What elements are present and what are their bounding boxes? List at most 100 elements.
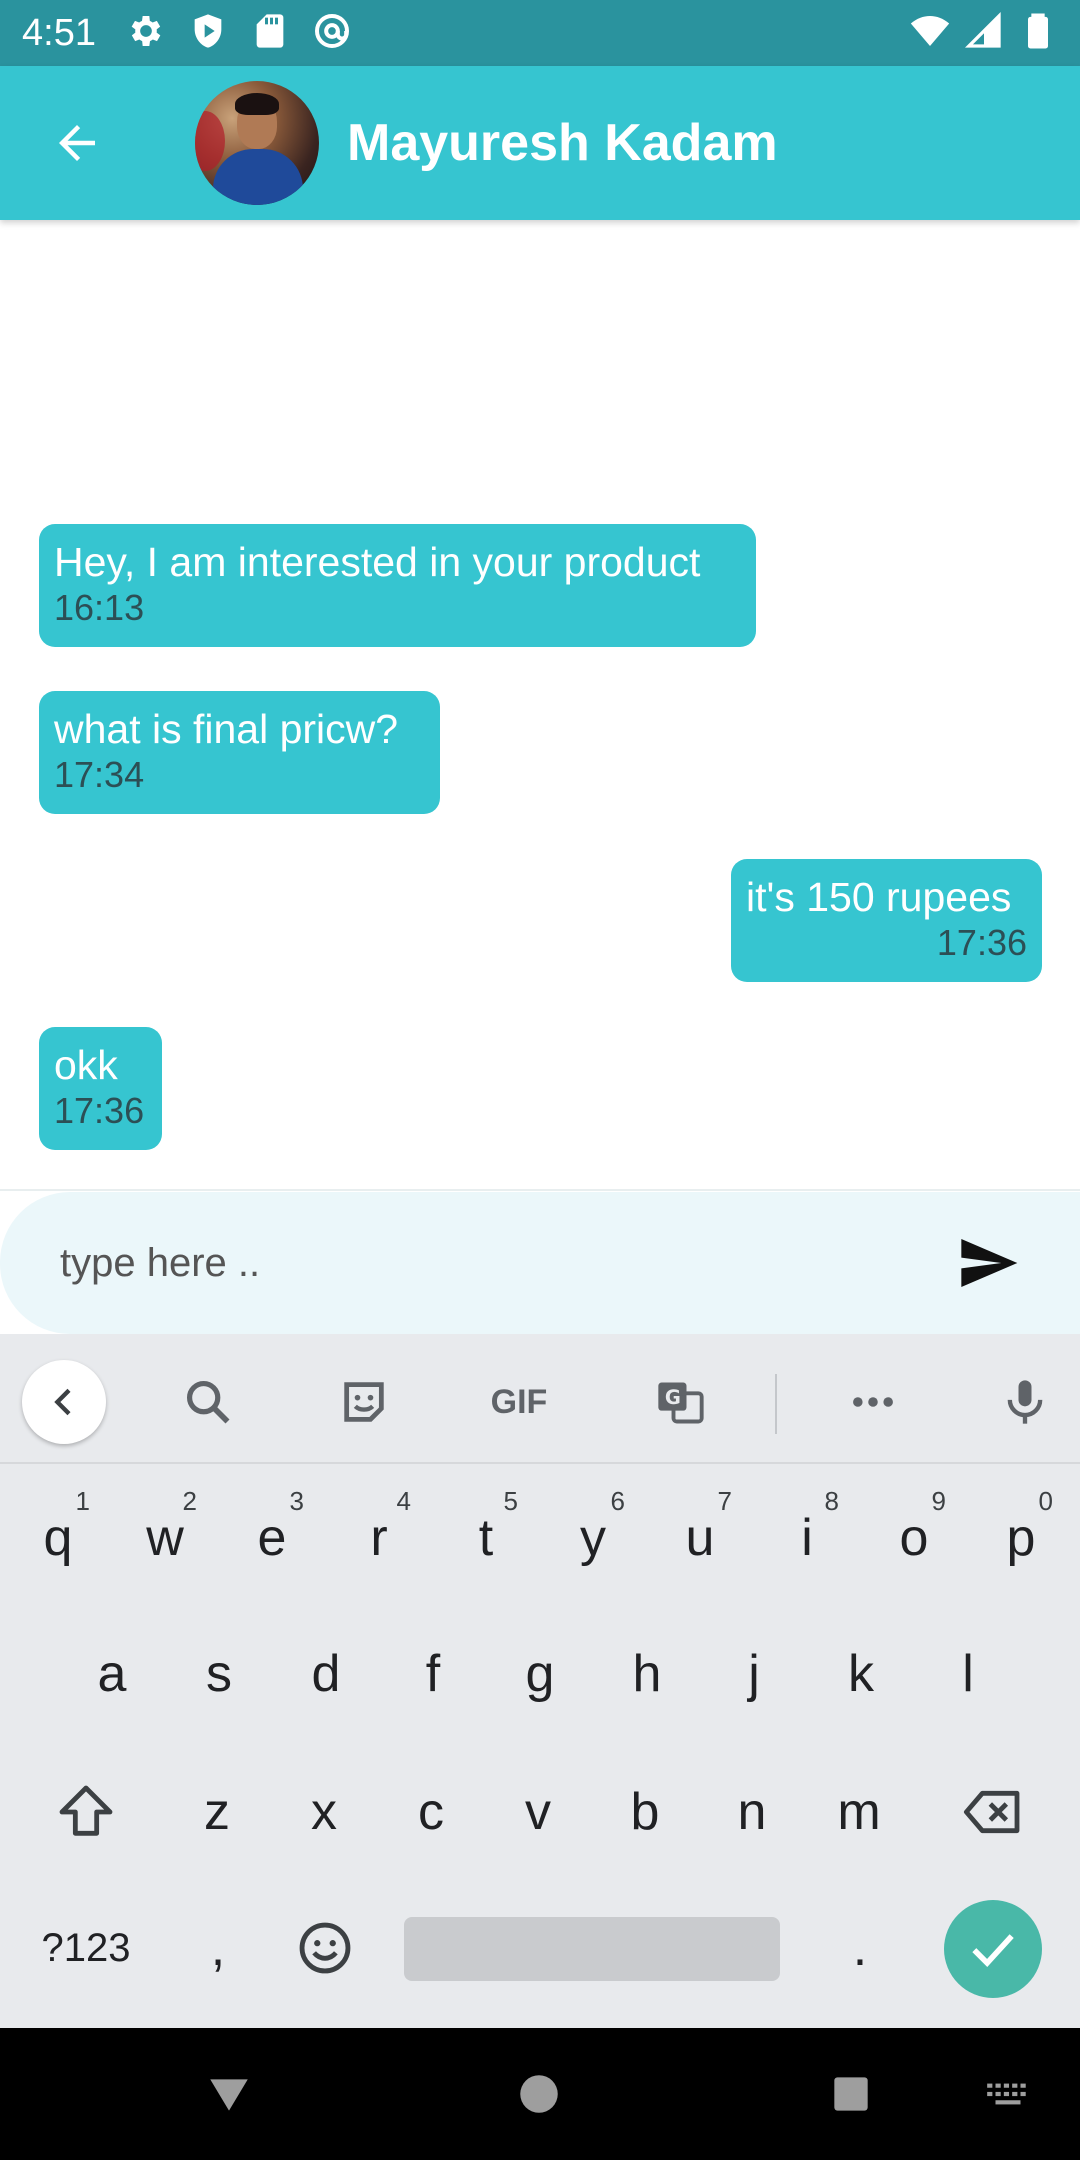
key-k[interactable]: k (813, 1614, 909, 1734)
screen: 4:51 Mayuresh Kadam Hey, I am interested… (0, 0, 1080, 2160)
keyboard-more-button[interactable] (833, 1362, 913, 1442)
message-time: 17:34 (54, 754, 145, 795)
keyboard-back-button[interactable] (22, 1360, 106, 1444)
message-bubble-incoming[interactable]: Hey, I am interested in your product 16:… (39, 524, 756, 647)
keyboard-translate-button[interactable]: G (640, 1362, 720, 1442)
keyboard-search-button[interactable] (168, 1362, 248, 1442)
microphone-icon (1007, 1380, 1043, 1424)
status-icons-left (126, 11, 352, 56)
send-icon (961, 1239, 1018, 1287)
key-enter[interactable] (944, 1900, 1042, 1998)
home-circle-icon (520, 2075, 558, 2113)
key-u[interactable]: u7 (652, 1478, 748, 1598)
key-h[interactable]: h (599, 1614, 695, 1734)
key-number-hint: 9 (931, 1486, 946, 1516)
key-label: t (478, 1509, 494, 1567)
key-space[interactable] (404, 1917, 780, 1981)
key-symbols[interactable]: ?123 (28, 1888, 144, 2008)
keyboard-mic-button[interactable] (985, 1362, 1065, 1442)
backspace-icon (963, 1790, 1020, 1834)
key-y[interactable]: y6 (545, 1478, 641, 1598)
key-period[interactable]: . (812, 1888, 908, 2008)
nav-recents-button[interactable] (821, 2064, 881, 2124)
key-b[interactable]: b (597, 1752, 693, 1872)
back-chevron-icon (54, 1388, 71, 1416)
key-z[interactable]: z (169, 1752, 265, 1872)
key-e[interactable]: e3 (224, 1478, 320, 1598)
key-number-hint: 6 (610, 1486, 625, 1516)
nav-home-button[interactable] (509, 2064, 569, 2124)
nav-back-button[interactable] (199, 2064, 259, 2124)
key-label: m (837, 1783, 881, 1841)
back-triangle-icon (210, 2079, 248, 2111)
key-f[interactable]: f (385, 1614, 481, 1734)
signal-icon (964, 11, 1004, 56)
key-label: o (899, 1509, 929, 1567)
key-number-hint: 3 (289, 1486, 304, 1516)
key-j[interactable]: j (706, 1614, 802, 1734)
message-bubble-outgoing[interactable]: it's 150 rupees 17:36 (731, 859, 1042, 982)
key-w[interactable]: w2 (117, 1478, 213, 1598)
key-label: u (685, 1509, 715, 1567)
key-number-hint: 0 (1038, 1486, 1053, 1516)
key-s[interactable]: s (171, 1614, 267, 1734)
key-t[interactable]: t5 (438, 1478, 534, 1598)
key-emoji[interactable] (277, 1888, 373, 2008)
key-a[interactable]: a (64, 1614, 160, 1734)
message-text: okk (54, 1042, 118, 1088)
key-number-hint: 5 (503, 1486, 518, 1516)
key-label: r (370, 1509, 388, 1567)
status-bar: 4:51 (0, 0, 1080, 66)
at-sign-icon (312, 11, 352, 56)
key-label: e (257, 1509, 287, 1567)
key-o[interactable]: o9 (866, 1478, 962, 1598)
keyboard-toolbar: GIF G (0, 1334, 1080, 1462)
avatar[interactable] (195, 81, 319, 205)
key-d[interactable]: d (278, 1614, 374, 1734)
key-label: a (97, 1645, 127, 1703)
send-button[interactable] (948, 1223, 1028, 1303)
key-r[interactable]: r4 (331, 1478, 427, 1598)
message-input[interactable] (60, 1240, 948, 1286)
key-x[interactable]: x (276, 1752, 372, 1872)
key-label: g (525, 1645, 555, 1703)
key-m[interactable]: m (811, 1752, 907, 1872)
key-shift[interactable] (38, 1752, 134, 1872)
key-label: y (580, 1509, 606, 1567)
sd-card-icon (250, 11, 290, 56)
message-text: Hey, I am interested in your product (54, 539, 701, 585)
key-label: d (311, 1645, 341, 1703)
message-time: 17:36 (936, 922, 1027, 963)
message-bubble-incoming[interactable]: okk 17:36 (39, 1027, 162, 1150)
translate-icon: G (658, 1382, 704, 1424)
key-period-label: . (852, 1919, 868, 1977)
battery-icon (1018, 11, 1058, 56)
back-button[interactable] (27, 93, 127, 193)
key-label: l (962, 1645, 974, 1703)
sticker-icon (344, 1382, 384, 1422)
keyboard-gif-button[interactable]: GIF (479, 1362, 559, 1442)
checkmark-icon (972, 1934, 1014, 1968)
key-l[interactable]: l (920, 1614, 1016, 1734)
key-g[interactable]: g (492, 1614, 588, 1734)
nav-keyboard-switch-button[interactable] (978, 2064, 1038, 2124)
key-p[interactable]: p0 (973, 1478, 1069, 1598)
message-bubble-incoming[interactable]: what is final pricw? 17:34 (39, 691, 440, 814)
key-backspace[interactable] (944, 1752, 1042, 1872)
message-time: 17:36 (54, 1090, 145, 1131)
key-label: n (737, 1783, 767, 1841)
key-c[interactable]: c (383, 1752, 479, 1872)
key-number-hint: 1 (75, 1486, 90, 1516)
key-n[interactable]: n (704, 1752, 800, 1872)
key-q[interactable]: q1 (10, 1478, 106, 1598)
key-comma[interactable]: , (170, 1888, 266, 2008)
keyboard-sticker-button[interactable] (324, 1362, 404, 1442)
key-i[interactable]: i8 (759, 1478, 855, 1598)
key-label: j (748, 1645, 760, 1703)
key-v[interactable]: v (490, 1752, 586, 1872)
key-number-hint: 2 (182, 1486, 197, 1516)
message-time: 16:13 (54, 587, 145, 628)
message-list[interactable]: Hey, I am interested in your product 16:… (0, 220, 1080, 1190)
key-label: h (632, 1645, 662, 1703)
more-icon (853, 1397, 893, 1407)
